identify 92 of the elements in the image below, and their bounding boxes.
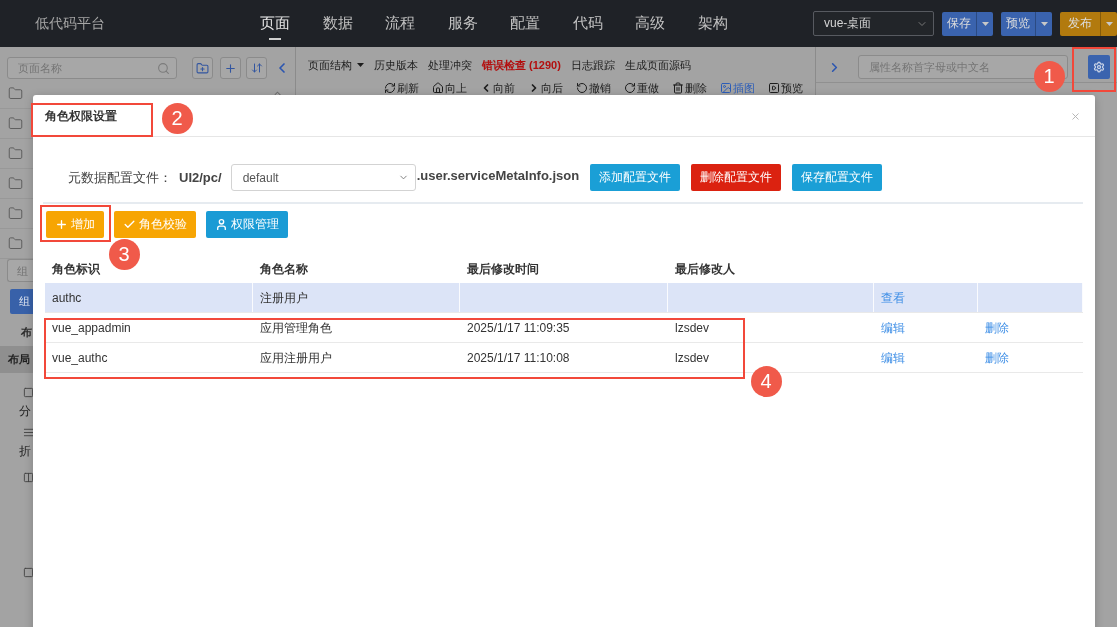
menu-item[interactable]: 日志跟踪 xyxy=(570,57,615,73)
toolbar-action[interactable]: 向上 xyxy=(432,80,467,96)
action-button[interactable]: 保存 xyxy=(942,11,976,36)
action-button[interactable]: 预览 xyxy=(1001,11,1035,36)
path-prefix: UI2/pc/ xyxy=(179,170,222,185)
square-icon[interactable] xyxy=(23,387,34,398)
toolbar-action[interactable]: 刷新 xyxy=(384,80,419,96)
table-cell: 应用注册用户 xyxy=(253,343,460,372)
column-header: 角色标识 xyxy=(51,260,101,278)
columns-icon[interactable] xyxy=(23,472,34,483)
highlight-frame xyxy=(1072,47,1116,92)
home-icon xyxy=(432,82,444,94)
plus-icon xyxy=(55,218,68,231)
settings-icon xyxy=(1093,61,1105,73)
caret-icon xyxy=(1105,21,1113,26)
refresh-icon xyxy=(384,82,396,94)
table-row[interactable]: authc 注册用户 查看 xyxy=(45,283,1083,313)
table-cell: 2025/1/17 11:09:35 xyxy=(460,313,668,342)
square-icon[interactable] xyxy=(23,567,34,578)
toolbar-action[interactable]: 向前 xyxy=(480,80,515,96)
nav-tab[interactable]: 代码 xyxy=(572,0,603,47)
redo-icon xyxy=(624,82,636,94)
toolbar-action[interactable]: 预览 xyxy=(768,80,803,96)
nav-tab[interactable]: 数据 xyxy=(322,0,353,47)
table-cell: vue_appadmin xyxy=(45,313,253,342)
row-action-link[interactable]: 编辑 xyxy=(881,319,905,337)
check-icon xyxy=(123,218,136,231)
highlight-frame xyxy=(40,205,111,242)
image-icon xyxy=(720,82,732,94)
table-cell: lzsdev xyxy=(668,313,874,342)
menu-item[interactable]: 生成页面源码 xyxy=(624,57,691,73)
caret-icon xyxy=(981,21,989,26)
user-icon xyxy=(215,218,228,231)
nav-tab[interactable]: 服务 xyxy=(447,0,478,47)
file-suffix: .user.serviceMetaInfo.json xyxy=(416,167,580,183)
toolbar-action[interactable]: 向后 xyxy=(528,80,563,96)
play-square-icon xyxy=(768,82,780,94)
column-header: 角色名称 xyxy=(259,260,309,278)
table-cell: 应用管理角色 xyxy=(253,313,460,342)
component-label[interactable]: 分 xyxy=(19,405,31,418)
toolbar-action[interactable]: 重做 xyxy=(624,80,659,96)
folder-icon xyxy=(8,176,23,191)
dialog-title: 角色权限设置 xyxy=(45,109,117,124)
new-folder-button[interactable] xyxy=(192,57,213,79)
close-icon xyxy=(1070,111,1081,122)
dropdown-toggle[interactable] xyxy=(1100,11,1117,36)
plus-icon xyxy=(224,61,237,75)
row-action-link[interactable]: 删除 xyxy=(985,319,1009,337)
toolbar-action[interactable]: 删除 xyxy=(672,80,707,96)
row-action-link[interactable]: 编辑 xyxy=(881,349,905,367)
nav-tab[interactable]: 配置 xyxy=(510,0,540,47)
config-button[interactable]: 删除配置文件 xyxy=(691,164,782,191)
settings-button[interactable] xyxy=(1088,55,1110,79)
lines-icon[interactable] xyxy=(23,427,34,438)
menu-item[interactable]: 处理冲突 xyxy=(428,57,472,73)
folder-icon xyxy=(8,146,23,161)
undo-icon xyxy=(576,82,588,94)
toolbar-action[interactable]: 撤销 xyxy=(576,80,611,96)
folder-icon xyxy=(8,116,23,131)
nav-tab[interactable]: 流程 xyxy=(385,0,415,47)
add-button[interactable] xyxy=(220,57,241,79)
menu-item[interactable]: 历史版本 xyxy=(374,57,418,73)
sort-icon xyxy=(250,62,263,74)
panel-tab[interactable]: 组 xyxy=(10,289,33,314)
table-cell: 注册用户 xyxy=(253,283,460,312)
dropdown-toggle[interactable] xyxy=(976,11,993,36)
dropdown-toggle[interactable] xyxy=(1035,11,1052,36)
nav-tab[interactable]: 架构 xyxy=(697,0,728,47)
table-cell: vue_authc xyxy=(45,343,253,372)
menu-item[interactable]: 页面结构 xyxy=(308,57,364,73)
app-title: 低代码平台 xyxy=(35,14,105,33)
component-label[interactable]: 折 xyxy=(19,445,31,458)
folder-plus-icon xyxy=(196,61,209,75)
nav-tab[interactable]: 页面 xyxy=(260,0,290,47)
table-cell: authc xyxy=(45,283,253,312)
column-header: 最后修改人 xyxy=(674,260,736,278)
caret-icon xyxy=(1040,21,1048,26)
nav-tab[interactable]: 高级 xyxy=(635,0,665,47)
sort-button[interactable] xyxy=(246,57,267,79)
field-label: 元数据配置文件： xyxy=(68,168,172,187)
table-cell: 2025/1/17 11:10:08 xyxy=(460,343,668,372)
folder-icon xyxy=(8,236,23,251)
column-header: 最后修改时间 xyxy=(466,260,540,278)
row-action-link[interactable]: 删除 xyxy=(985,349,1009,367)
caret-icon xyxy=(357,63,364,67)
category-header: 布局 xyxy=(0,346,33,373)
folder-icon xyxy=(8,86,23,101)
folder-icon xyxy=(8,206,23,221)
trash-icon xyxy=(672,82,684,94)
project-select[interactable]: vue-桌面 xyxy=(813,11,934,36)
config-file-select[interactable]: default xyxy=(230,164,416,191)
panel-heading: 布 xyxy=(21,325,32,340)
